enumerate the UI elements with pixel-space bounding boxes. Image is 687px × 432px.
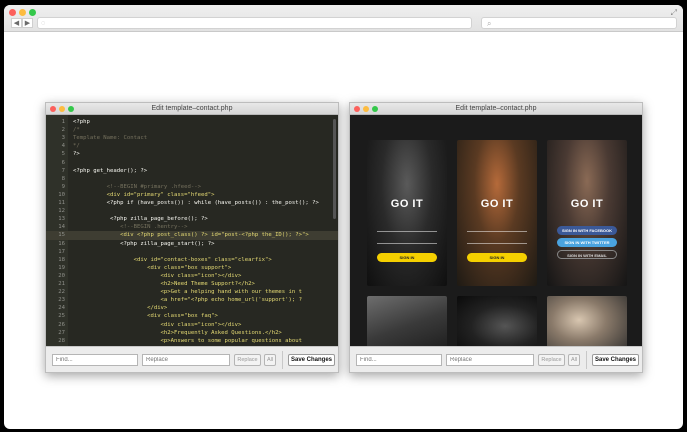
fullscreen-icon[interactable]: ⤢ (671, 8, 677, 18)
navigation-buttons: ◀ ▶ (11, 18, 33, 28)
design-preview: GO IT SIGN IN GO IT SIGN IN GO IT SIGN I… (350, 115, 642, 347)
forward-arrow-icon[interactable]: ▶ (22, 18, 33, 28)
save-changes-button[interactable]: Save Changes (592, 354, 639, 366)
twitter-sign-in-button: SIGN IN WITH TWITTER (556, 238, 618, 247)
replace-button[interactable]: Replace (234, 354, 261, 366)
login-screen-card: GO IT SIGN IN (457, 140, 537, 286)
card-heading: GO IT (390, 198, 424, 210)
window-title: Edit template–contact.php (455, 105, 537, 112)
portrait-photo (367, 140, 447, 286)
back-arrow-icon[interactable]: ◀ (11, 18, 22, 28)
page-icon: ◌ (41, 20, 46, 27)
email-field (376, 226, 438, 232)
replace-button[interactable]: Replace (538, 354, 565, 366)
code-line[interactable]: 28 <p>Answers to some popular questions … (46, 337, 338, 346)
code-text: <p>Answers to some popular questions abo… (73, 337, 303, 344)
preview-card (547, 296, 627, 347)
replace-all-button[interactable]: All (264, 354, 276, 366)
email-sign-in-button: SIGN IN WITH EMAIL (556, 250, 618, 259)
portrait-photo (547, 140, 627, 286)
line-number: 28 (58, 337, 65, 344)
preview-window: Edit template–contact.php GO IT SIGN IN … (349, 102, 643, 373)
find-input[interactable] (356, 354, 442, 366)
save-changes-button[interactable]: Save Changes (288, 354, 335, 366)
portrait-photo (547, 296, 627, 347)
browser-window: ◀ ▶ ◌ ⌕ ⤢ Edit template–contact.php 1 <?p… (4, 5, 683, 429)
card-heading: GO IT (570, 198, 604, 210)
password-field (376, 238, 438, 244)
portrait-photo (457, 296, 537, 347)
login-screen-card: GO IT SIGN IN WITH FACEBOOK SIGN IN WITH… (547, 140, 627, 286)
preview-titlebar: Edit template–contact.php (350, 103, 642, 115)
find-replace-bar: Replace All Save Changes (46, 346, 338, 372)
close-window-button[interactable] (9, 9, 16, 16)
portrait-photo (367, 296, 447, 347)
email-field (466, 226, 528, 232)
replace-input[interactable] (142, 354, 230, 366)
replace-input[interactable] (446, 354, 534, 366)
replace-all-button[interactable]: All (568, 354, 580, 366)
sign-in-button: SIGN IN (376, 253, 438, 262)
find-input[interactable] (52, 354, 138, 366)
preview-card (367, 296, 447, 347)
editor-titlebar: Edit template–contact.php (46, 103, 338, 115)
divider (282, 351, 283, 369)
card-heading: GO IT (480, 198, 514, 210)
login-screen-card: GO IT SIGN IN (367, 140, 447, 286)
find-replace-bar: Replace All Save Changes (350, 346, 642, 372)
address-bar[interactable]: ◌ (37, 17, 472, 29)
search-icon: ⌕ (487, 19, 492, 28)
browser-search-field[interactable]: ⌕ (481, 17, 677, 29)
code-editor-window: Edit template–contact.php 1 <?php 2/* 3 Temp… (45, 102, 339, 373)
sign-in-button: SIGN IN (466, 253, 528, 262)
minimize-window-button[interactable] (19, 9, 26, 16)
portrait-photo (457, 140, 537, 286)
code-editor[interactable]: 1 <?php 2/* 3 Template Name: Contact 4 */5 ?> 6 7… (46, 115, 338, 347)
password-field (466, 238, 528, 244)
window-title: Edit template–contact.php (151, 105, 233, 112)
zoom-window-button[interactable] (29, 9, 36, 16)
preview-card (457, 296, 537, 347)
divider (586, 351, 587, 369)
browser-toolbar: ◀ ▶ ◌ ⌕ ⤢ (4, 5, 683, 32)
facebook-sign-in-button: SIGN IN WITH FACEBOOK (556, 226, 618, 235)
